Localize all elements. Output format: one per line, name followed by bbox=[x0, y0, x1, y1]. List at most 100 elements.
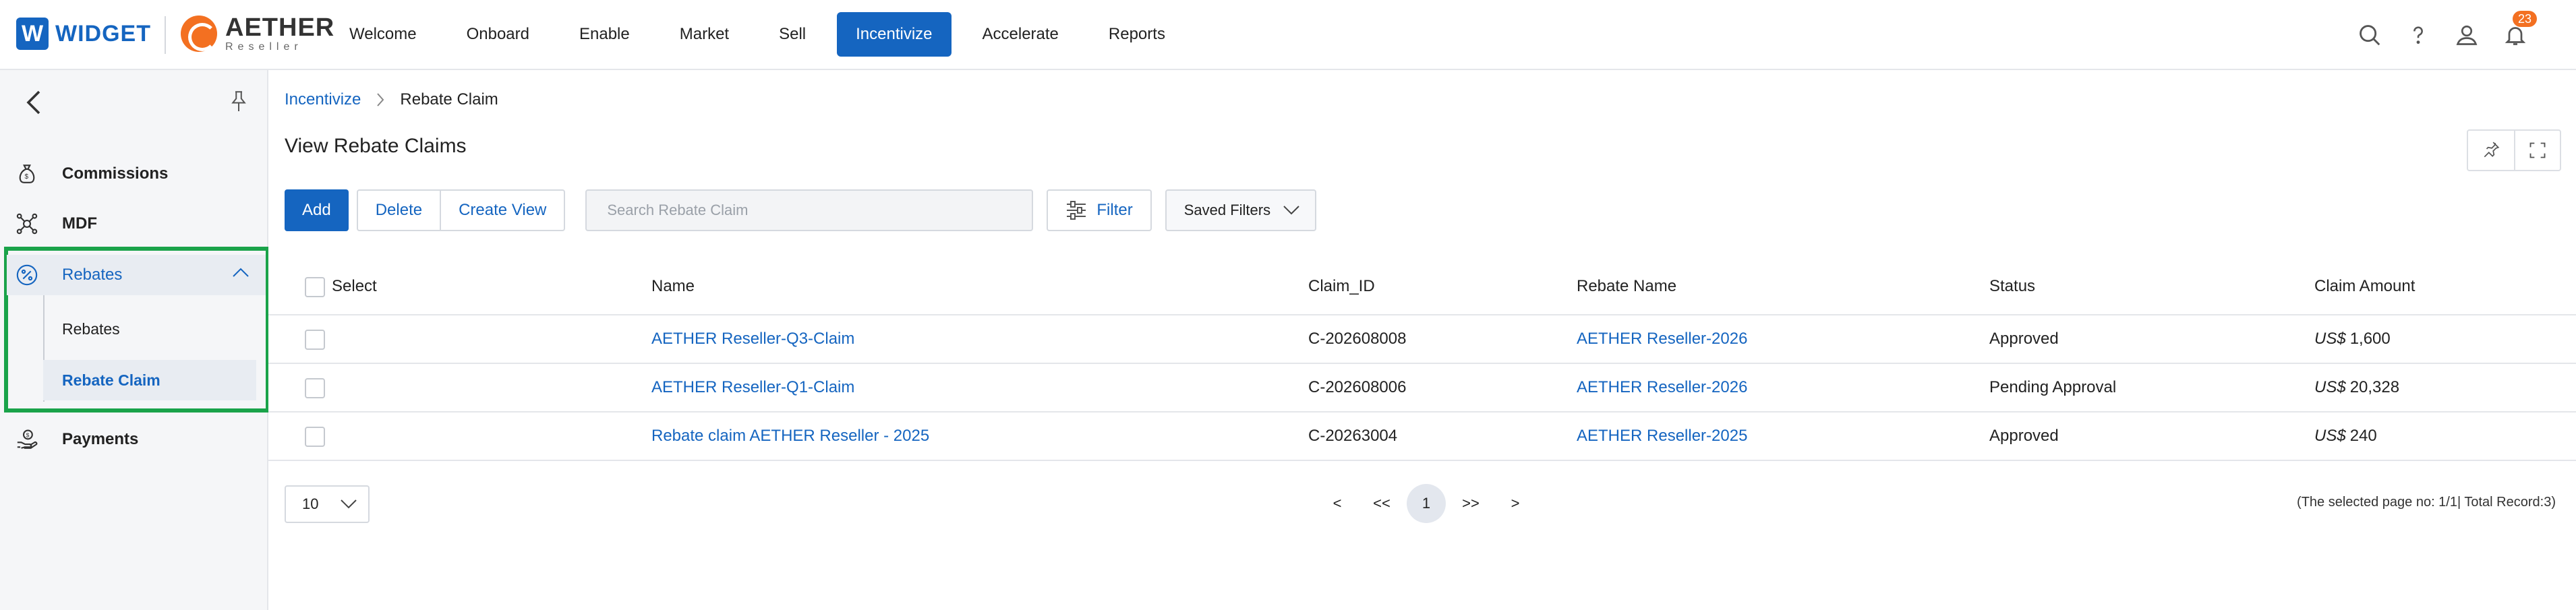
view-controls bbox=[2467, 129, 2561, 171]
nav-market[interactable]: Market bbox=[661, 12, 748, 57]
nav-incentivize[interactable]: Incentivize bbox=[837, 12, 952, 57]
row-checkbox[interactable] bbox=[305, 427, 325, 447]
create-view-button[interactable]: Create View bbox=[440, 191, 564, 230]
claim-status: Approved bbox=[1989, 330, 2059, 348]
chevron-down-icon bbox=[341, 499, 357, 509]
rebate-name-link[interactable]: AETHER Reseller-2025 bbox=[1577, 427, 1747, 446]
bell-icon[interactable]: 23 bbox=[2495, 11, 2537, 55]
sidebar-item-label: MDF bbox=[62, 214, 97, 233]
currency: US$ bbox=[2314, 427, 2346, 445]
pin-icon[interactable] bbox=[225, 88, 252, 115]
aether-logo-text: AETHER bbox=[225, 13, 335, 42]
row-checkbox[interactable] bbox=[305, 330, 325, 350]
hand-coin-icon: $ bbox=[15, 427, 39, 452]
sidebar-subitem-label: Rebate Claim bbox=[62, 371, 160, 389]
filter-label: Filter bbox=[1096, 201, 1133, 219]
sidebar-subitem-rebates[interactable]: Rebates bbox=[43, 309, 256, 349]
claim-id: C-202608008 bbox=[1308, 330, 1407, 348]
select-all-checkbox[interactable] bbox=[305, 277, 325, 297]
main-nav: Welcome Onboard Enable Market Sell Incen… bbox=[330, 12, 1196, 57]
table-row: AETHER Reseller-Q3-Claim C-202608008 AET… bbox=[268, 315, 2576, 364]
claim-amount: US$ 240 bbox=[2314, 427, 2377, 446]
rebate-claims-table: Select Name Claim_ID Rebate Name Status … bbox=[268, 259, 2576, 461]
fullscreen-icon[interactable] bbox=[2514, 131, 2560, 170]
amount: 1,600 bbox=[2349, 330, 2391, 348]
nav-enable[interactable]: Enable bbox=[560, 12, 649, 57]
amount: 240 bbox=[2349, 427, 2377, 445]
sidebar-subitem-rebate-claim[interactable]: Rebate Claim bbox=[43, 360, 256, 400]
last-page-button[interactable]: >> bbox=[1451, 484, 1490, 523]
widget-logo[interactable]: W WIDGET bbox=[16, 18, 151, 50]
pin-icon[interactable] bbox=[2468, 131, 2514, 170]
delete-button[interactable]: Delete bbox=[358, 191, 440, 230]
nav-sell[interactable]: Sell bbox=[760, 12, 825, 57]
column-header-claim-amount[interactable]: Claim Amount bbox=[2314, 277, 2415, 296]
search-icon[interactable] bbox=[2349, 15, 2390, 55]
table-header-row: Select Name Claim_ID Rebate Name Status … bbox=[268, 259, 2576, 315]
claim-name-link[interactable]: AETHER Reseller-Q1-Claim bbox=[651, 378, 854, 397]
breadcrumb: Incentivize Rebate Claim bbox=[285, 90, 498, 109]
sliders-icon bbox=[1067, 201, 1086, 220]
add-button[interactable]: Add bbox=[285, 189, 349, 231]
nav-onboard[interactable]: Onboard bbox=[448, 12, 548, 57]
first-page-button[interactable]: << bbox=[1362, 484, 1401, 523]
main-content: Incentivize Rebate Claim View Rebate Cla… bbox=[268, 70, 2576, 610]
currency: US$ bbox=[2314, 378, 2346, 396]
page-title: View Rebate Claims bbox=[285, 135, 467, 157]
chevron-right-icon bbox=[376, 92, 385, 107]
row-checkbox[interactable] bbox=[305, 378, 325, 398]
svg-text:$: $ bbox=[26, 431, 30, 438]
claim-status: Approved bbox=[1989, 427, 2059, 445]
aether-logo[interactable]: AETHER Reseller bbox=[181, 15, 334, 53]
claim-id: C-20263004 bbox=[1308, 427, 1398, 445]
rebate-name-link[interactable]: AETHER Reseller-2026 bbox=[1577, 330, 1747, 348]
prev-page-button[interactable]: < bbox=[1318, 484, 1357, 523]
column-header-name[interactable]: Name bbox=[651, 277, 695, 296]
saved-filters-dropdown[interactable]: Saved Filters bbox=[1165, 189, 1317, 231]
action-button-group: Delete Create View bbox=[356, 189, 566, 231]
search-input[interactable]: Search Rebate Claim bbox=[585, 189, 1034, 231]
nav-welcome[interactable]: Welcome bbox=[330, 12, 436, 57]
collapse-sidebar-icon[interactable] bbox=[20, 89, 47, 116]
user-icon[interactable] bbox=[2447, 15, 2487, 55]
sidebar-item-rebates[interactable]: Rebates bbox=[7, 255, 266, 295]
filter-button[interactable]: Filter bbox=[1047, 189, 1152, 231]
chevron-down-icon bbox=[1283, 206, 1299, 215]
claim-name-link[interactable]: AETHER Reseller-Q3-Claim bbox=[651, 330, 854, 348]
aether-logo-subtext: Reseller bbox=[225, 41, 303, 53]
sidebar-item-commissions[interactable]: $ Commissions bbox=[0, 154, 268, 194]
top-icons: 23 bbox=[2341, 11, 2537, 55]
table-row: AETHER Reseller-Q1-Claim C-202608006 AET… bbox=[268, 364, 2576, 413]
page-number-button[interactable]: 1 bbox=[1407, 484, 1446, 523]
page-size-value: 10 bbox=[302, 495, 319, 512]
claim-status: Pending Approval bbox=[1989, 378, 2117, 396]
breadcrumb-link-incentivize[interactable]: Incentivize bbox=[285, 90, 361, 109]
top-bar: W WIDGET AETHER Reseller Welcome Onboard… bbox=[0, 0, 2576, 70]
money-bag-icon: $ bbox=[15, 162, 39, 186]
sidebar-subitem-label: Rebates bbox=[62, 319, 120, 338]
widget-logo-text: WIDGET bbox=[55, 20, 151, 47]
help-icon[interactable] bbox=[2398, 15, 2438, 55]
saved-filters-label: Saved Filters bbox=[1183, 202, 1271, 218]
record-info: (The selected page no: 1/1| Total Record… bbox=[2297, 495, 2556, 510]
claim-amount: US$ 20,328 bbox=[2314, 378, 2399, 397]
column-header-status[interactable]: Status bbox=[1989, 277, 2035, 296]
currency: US$ bbox=[2314, 330, 2346, 348]
page-size-select[interactable]: 10 bbox=[285, 485, 370, 523]
amount: 20,328 bbox=[2349, 378, 2400, 396]
network-icon bbox=[15, 212, 39, 236]
sidebar-item-label: Commissions bbox=[62, 164, 169, 183]
sidebar-item-mdf[interactable]: MDF bbox=[0, 204, 268, 244]
chevron-up-icon[interactable] bbox=[232, 267, 250, 281]
column-header-select: Select bbox=[332, 277, 377, 295]
column-header-rebate-name[interactable]: Rebate Name bbox=[1577, 277, 1676, 296]
nav-reports[interactable]: Reports bbox=[1090, 12, 1184, 57]
claim-name-link[interactable]: Rebate claim AETHER Reseller - 2025 bbox=[651, 427, 929, 446]
sidebar-item-payments[interactable]: $ Payments bbox=[0, 419, 268, 460]
column-header-claim-id[interactable]: Claim_ID bbox=[1308, 277, 1375, 296]
rebate-name-link[interactable]: AETHER Reseller-2026 bbox=[1577, 378, 1747, 397]
nav-accelerate[interactable]: Accelerate bbox=[964, 12, 1078, 57]
aether-logo-mark bbox=[181, 16, 217, 52]
breadcrumb-current: Rebate Claim bbox=[400, 90, 498, 109]
next-page-button[interactable]: > bbox=[1496, 484, 1535, 523]
